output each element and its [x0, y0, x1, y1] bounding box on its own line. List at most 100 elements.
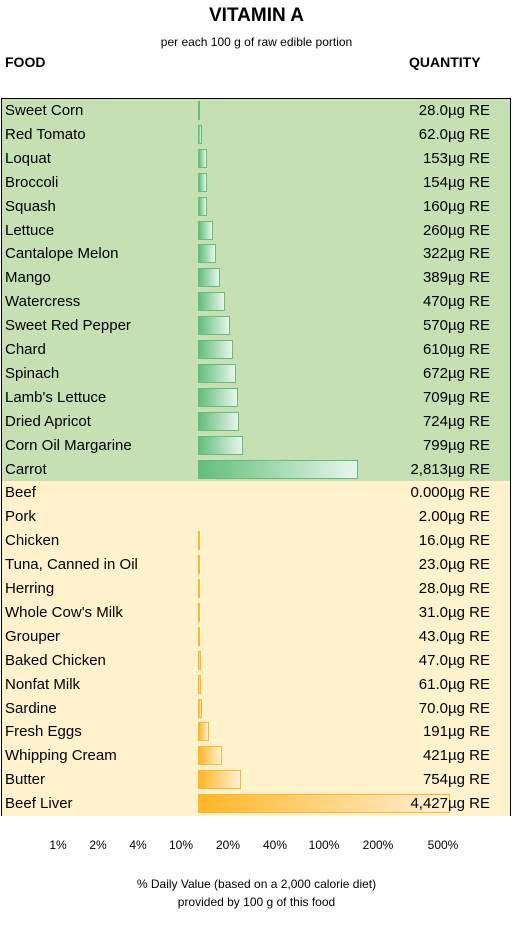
- quantity-unit: µg RE: [448, 149, 490, 167]
- data-bar: [198, 579, 200, 598]
- food-name: Nonfat Milk: [5, 675, 81, 693]
- food-name: Baked Chicken: [5, 651, 106, 669]
- quantity-unit: µg RE: [448, 651, 490, 669]
- x-tick-label: 20%: [215, 838, 241, 852]
- quantity-value: 260: [422, 221, 448, 239]
- quantity-value: 70.0: [418, 699, 448, 717]
- quantity-value: 23.0: [418, 556, 448, 574]
- quantity-value: 16.0: [418, 532, 448, 550]
- quantity-value: 47.0: [418, 651, 448, 669]
- data-bar: [198, 411, 240, 431]
- food-name: Squash: [5, 197, 56, 215]
- x-tick-label: 10%: [168, 838, 194, 852]
- food-name: Red Tomato: [5, 125, 86, 143]
- quantity-unit: µg RE: [448, 699, 490, 717]
- quantity-value: 28.0: [418, 102, 448, 119]
- table-row: Tuna, Canned in Oil 23.0 µg RE: [2, 553, 510, 578]
- quantity-value: 421: [422, 747, 448, 765]
- quantity-value: 389: [422, 269, 448, 287]
- x-axis-label-line2: provided by 100 g of this food: [177, 895, 336, 909]
- quantity-value: 31.0: [418, 603, 448, 621]
- food-name: Loquat: [5, 149, 51, 167]
- quantity-unit: µg RE: [448, 627, 490, 645]
- table-row: Cantalope Melon 322 µg RE: [2, 242, 510, 267]
- food-name: Fresh Eggs: [5, 723, 82, 741]
- data-bar: [198, 172, 207, 192]
- data-bar: [198, 435, 244, 455]
- quantity-unit: µg RE: [448, 388, 490, 406]
- food-name: Sweet Corn: [5, 102, 84, 119]
- quantity-unit: µg RE: [448, 269, 490, 287]
- quantity-unit: µg RE: [448, 484, 490, 502]
- quantity-unit: µg RE: [448, 412, 490, 430]
- table-row: Lettuce 260 µg RE: [2, 218, 510, 243]
- table-row: Sardine 70.0 µg RE: [2, 696, 510, 721]
- quantity-unit: µg RE: [448, 508, 490, 526]
- food-name: Whole Cow's Milk: [5, 603, 123, 621]
- x-tick-label: 1%: [49, 838, 67, 852]
- food-name: Mango: [5, 269, 51, 287]
- x-tick-label: 500%: [427, 838, 459, 852]
- quantity-value: 672: [422, 364, 448, 382]
- quantity-value: 470: [422, 293, 448, 311]
- table-row: Sweet Red Pepper 570 µg RE: [2, 314, 510, 339]
- data-bar: [198, 746, 222, 766]
- quantity-value: 610: [422, 341, 448, 358]
- food-name: Spinach: [5, 364, 60, 382]
- quantity-unit: µg RE: [448, 173, 490, 191]
- table-row: Beef 0.000 µg RE: [2, 481, 510, 506]
- quantity-value: 61.0: [418, 675, 448, 693]
- chart-title: VITAMIN A: [209, 5, 304, 26]
- food-name: Pork: [5, 508, 36, 526]
- data-bar: [198, 220, 213, 240]
- quantity-value: 160: [422, 197, 448, 215]
- food-name: Beef: [5, 484, 36, 502]
- quantity-unit: µg RE: [448, 221, 490, 239]
- quantity-value: 2.00: [418, 508, 448, 526]
- quantity-unit: µg RE: [448, 603, 490, 621]
- table-row: Grouper 43.0 µg RE: [2, 624, 510, 649]
- data-bar: [198, 626, 201, 646]
- data-bar: [198, 674, 202, 694]
- data-bar: [198, 770, 241, 790]
- data-bar: [198, 268, 221, 288]
- table-row: Spinach 672 µg RE: [2, 361, 510, 386]
- table-row: Loquat 153 µg RE: [2, 146, 510, 171]
- table-row: Whipping Cream 421 µg RE: [2, 744, 510, 769]
- quantity-value: 28.0: [418, 580, 448, 597]
- table-row: Dried Apricot 724 µg RE: [2, 409, 510, 434]
- quantity-unit: µg RE: [448, 675, 490, 693]
- quantity-value: 153: [422, 149, 448, 167]
- quantity-value: 754: [422, 771, 448, 789]
- quantity-value: 322: [422, 245, 448, 263]
- quantity-unit: µg RE: [448, 580, 490, 597]
- column-header-food: FOOD: [5, 54, 46, 70]
- table-row: Baked Chicken 47.0 µg RE: [2, 648, 510, 673]
- quantity-unit: µg RE: [448, 795, 490, 813]
- quantity-value: 0.000: [410, 484, 448, 502]
- quantity-value: 724: [422, 412, 448, 430]
- quantity-unit: µg RE: [448, 102, 490, 119]
- food-name: Chicken: [5, 532, 60, 550]
- chart-subtitle: per each 100 g of raw edible portion: [160, 35, 353, 49]
- data-bar: [198, 316, 231, 336]
- data-bar: [198, 244, 217, 264]
- data-bar: [198, 148, 207, 168]
- quantity-unit: µg RE: [448, 436, 490, 454]
- data-bar: [198, 363, 237, 383]
- table-row: Butter 754 µg RE: [2, 768, 510, 793]
- quantity-value: 4,427: [410, 795, 448, 813]
- quantity-value: 43.0: [418, 627, 448, 645]
- table-row: Carrot 2,813 µg RE: [2, 457, 510, 482]
- food-name: Watercress: [5, 293, 81, 311]
- x-tick-label: 40%: [262, 838, 288, 852]
- quantity-unit: µg RE: [448, 245, 490, 263]
- x-tick-label: 200%: [362, 838, 394, 852]
- table-row: Fresh Eggs 191 µg RE: [2, 720, 510, 745]
- quantity-unit: µg RE: [448, 341, 490, 358]
- table-row: Pork 2.00 µg RE: [2, 505, 510, 530]
- table-row: Mango 389 µg RE: [2, 266, 510, 291]
- table-row: Squash 160 µg RE: [2, 194, 510, 219]
- data-bar: [198, 101, 200, 120]
- data-bar: [198, 196, 208, 216]
